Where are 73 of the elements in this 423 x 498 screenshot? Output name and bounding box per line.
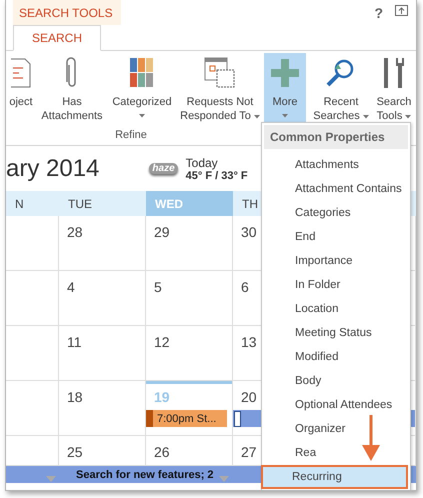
date-number: 6 [241,279,249,295]
date-number: 4 [67,279,75,295]
date-number: 11 [67,334,82,350]
caret-icon [405,115,412,119]
menu-item[interactable]: Optional Attendees [264,393,408,417]
caret-icon [139,114,145,118]
menu-item[interactable]: Body [264,369,408,393]
ribbon-button[interactable]: oject [6,53,36,125]
status-text: Search for new features; 2 [76,468,214,480]
date-number: 18 [67,389,83,405]
day-header: N [6,191,59,216]
weather-badge: haze [149,163,178,174]
month-title: ary 2014 [6,154,100,182]
ribbon-button[interactable]: Categorized [108,53,176,125]
ribbon-button[interactable]: Search Tools [370,53,416,125]
caret-icon [362,115,369,119]
day-cell[interactable]: 11 [59,326,146,381]
date-number: 20 [241,389,257,405]
menu-item[interactable]: Recurring [261,465,408,489]
day-header: TUE [59,191,146,216]
menu-item[interactable]: Modified [264,345,408,369]
ribbon-button[interactable]: Requests Not Responded To [176,53,264,125]
day-cell[interactable] [6,216,59,271]
group-label: Refine [114,129,148,141]
calendar-icon [204,57,236,89]
menu-item[interactable]: Attachments [264,153,408,177]
ribbon-button[interactable]: Recent Searches [312,53,370,125]
date-number: 26 [154,444,170,460]
ribbon-button[interactable]: More [264,53,306,125]
day-header: WED [146,191,233,216]
date-number: 28 [67,224,83,240]
day-cell[interactable] [6,271,59,326]
ribbon-button[interactable]: Has Attachments [36,53,108,125]
temperature-text: 45° F / 33° F [186,170,248,182]
ribbon-tab[interactable]: SEARCH [13,25,101,51]
menu-item[interactable]: End [264,225,408,249]
day-cell[interactable]: 29 [146,216,233,271]
caret-icon [254,115,260,119]
menu-item[interactable]: In Folder [264,273,408,297]
day-cell[interactable] [6,326,59,381]
date-number: 25 [67,444,83,460]
day-cell[interactable]: 19 7:00pm St... [146,381,233,436]
day-cell[interactable]: 4 [59,271,146,326]
day-cell[interactable] [6,381,59,436]
date-number: 30 [241,224,257,240]
menu-item[interactable]: Meeting Status [264,321,408,345]
scroll-down-icon[interactable] [219,476,229,482]
date-number: 19 [154,389,170,405]
ribbon-display-icon[interactable] [395,5,408,16]
menu-item[interactable]: Organizer [264,417,408,441]
caret-icon [282,114,288,118]
help-button[interactable]: ? [362,0,395,25]
color-grid-icon [130,58,154,88]
scroll-down-icon[interactable] [46,476,56,482]
plus-icon [271,59,299,87]
date-number: 12 [154,334,170,350]
menu-item[interactable]: Rea [264,441,408,465]
menu-item[interactable]: Location [264,297,408,321]
weather-label: Today [186,156,218,170]
search-icon [326,58,356,88]
day-cell[interactable]: 5 [146,271,233,326]
annotation-arrow [360,415,382,463]
day-cell[interactable]: 28 [59,216,146,271]
event-chip[interactable]: 7:00pm St... [146,410,227,427]
date-number: 27 [241,444,257,460]
document-icon [11,58,31,88]
paperclip-icon [65,57,79,89]
menu-header: Common Properties [264,125,408,149]
menu-item[interactable]: Importance [264,249,408,273]
context-tab-label: SEARCH TOOLS [13,0,121,25]
date-number: 29 [154,224,170,240]
date-number: 5 [154,279,162,295]
date-number: 13 [241,334,257,350]
